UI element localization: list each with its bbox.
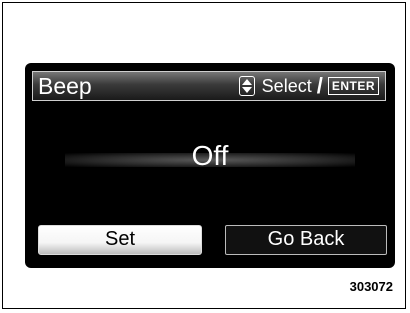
go-back-button[interactable]: Go Back bbox=[225, 225, 387, 255]
figure-code: 303072 bbox=[349, 279, 393, 294]
arrow-up-icon bbox=[241, 79, 252, 85]
set-button[interactable]: Set bbox=[38, 225, 202, 255]
up-down-arrows-icon bbox=[238, 76, 255, 96]
hint-separator: / bbox=[316, 73, 323, 98]
screen-title: Beep bbox=[38, 73, 92, 99]
select-enter-hint: Select / ENTER bbox=[238, 73, 379, 98]
enter-key-label: ENTER bbox=[327, 77, 379, 95]
current-value[interactable]: Off bbox=[25, 139, 395, 173]
arrow-down-icon bbox=[241, 87, 252, 93]
select-label: Select bbox=[261, 75, 312, 96]
display-screen: Beep Select / ENTER Off Set Go Back bbox=[25, 63, 395, 268]
figure-frame: Beep Select / ENTER Off Set Go Back 3030… bbox=[2, 2, 406, 309]
header-bar: Beep Select / ENTER bbox=[32, 71, 386, 101]
